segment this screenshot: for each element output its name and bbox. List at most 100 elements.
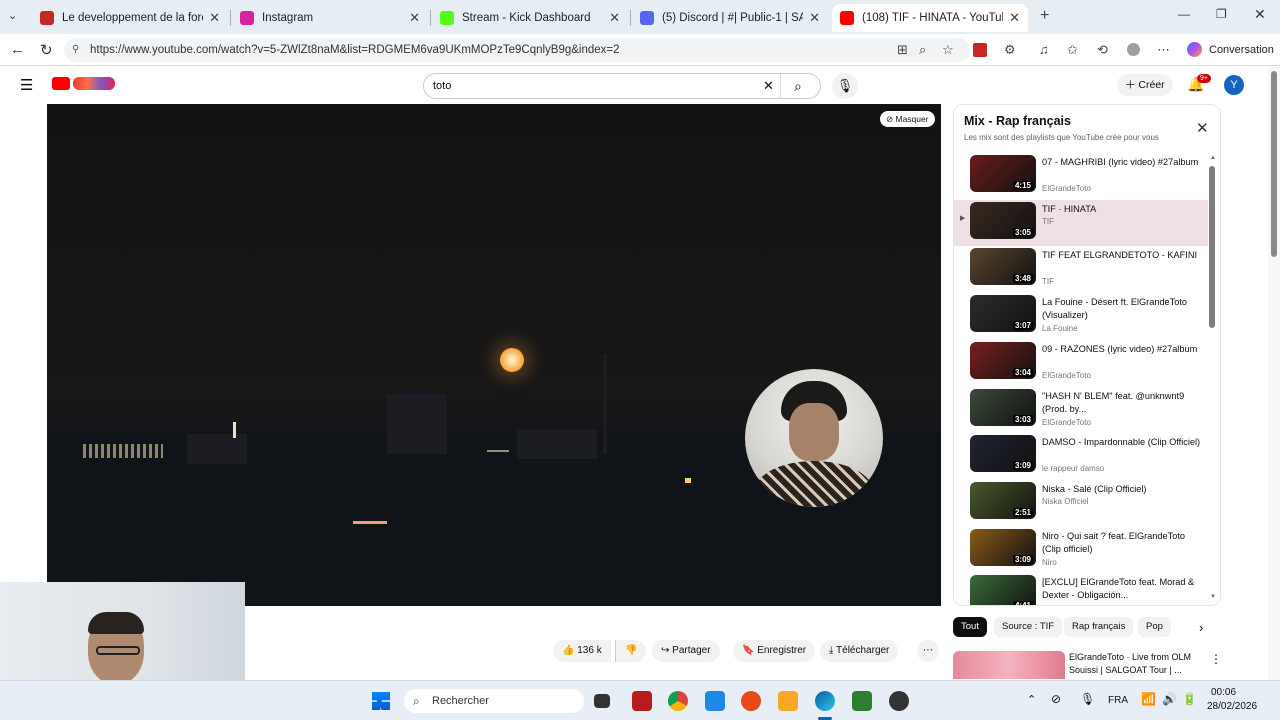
- like-button[interactable]: 👍 136 k: [553, 640, 611, 662]
- clock-time[interactable]: 00:06: [1211, 687, 1236, 698]
- favorite-star-icon[interactable]: ☆: [942, 42, 954, 58]
- profile-icon[interactable]: [1127, 43, 1140, 56]
- playlist-item-channel[interactable]: La Fouine: [1042, 324, 1078, 333]
- playlist-item-channel[interactable]: ElGrandeToto: [1042, 184, 1091, 193]
- playlist-item[interactable]: 3:04 09 - RAZONES (lyric video) #27album E…: [954, 340, 1208, 386]
- app-icon[interactable]: [889, 691, 909, 711]
- reload-button[interactable]: ↻: [40, 41, 53, 59]
- tab-5[interactable]: (108) TIF - HINATA - YouTube ✕: [832, 4, 1028, 32]
- dislike-button[interactable]: 👎: [615, 640, 647, 662]
- playlist-scroll-up-icon[interactable]: ▲: [1210, 155, 1216, 161]
- more-menu-icon[interactable]: ⋯: [1157, 42, 1170, 58]
- tab-2[interactable]: Instagram ✕: [232, 4, 428, 32]
- create-button[interactable]: ＋ Créer: [1117, 74, 1173, 96]
- playlist-thumbnail[interactable]: 3:04: [970, 341, 1036, 379]
- back-button[interactable]: ←: [10, 41, 25, 58]
- playlist-thumbnail[interactable]: 4:41: [970, 575, 1036, 605]
- page-scrollbar[interactable]: [1268, 67, 1280, 680]
- more-actions-button[interactable]: ⋯: [917, 640, 939, 662]
- tab-list-chevron-icon[interactable]: ⌄: [8, 9, 17, 22]
- playlist-thumbnail[interactable]: 3:03: [970, 388, 1036, 426]
- playlist-scroll-down-icon[interactable]: ▼: [1210, 594, 1216, 600]
- playlist-item[interactable]: ▶ 3:05 TIF · HINATA TIF: [954, 199, 1208, 246]
- conversation-button[interactable]: Conversation: [1209, 44, 1274, 56]
- chrome-icon[interactable]: [668, 691, 688, 711]
- playlist-thumbnail[interactable]: 3:09: [970, 435, 1036, 473]
- task-view-icon[interactable]: [594, 694, 610, 708]
- close-tab-icon[interactable]: ✕: [409, 10, 420, 26]
- playlist-item-channel[interactable]: TIF: [1042, 277, 1054, 286]
- app-icon[interactable]: [705, 691, 725, 711]
- playlist-thumbnail[interactable]: 4:15: [970, 155, 1036, 192]
- tab-1[interactable]: Le developpement de la force.pdf ✕: [32, 4, 228, 32]
- playlist-scrollbar[interactable]: [1209, 166, 1215, 328]
- battery-icon[interactable]: 🔋: [1182, 692, 1197, 706]
- close-tab-icon[interactable]: ✕: [809, 10, 820, 26]
- playlist-item-channel[interactable]: ElGrandeToto: [1042, 418, 1091, 427]
- search-icon[interactable]: ⌕: [794, 74, 802, 98]
- close-window-button[interactable]: ✕: [1254, 6, 1266, 23]
- account-avatar[interactable]: Y: [1224, 75, 1244, 95]
- filter-chip[interactable]: Tout: [953, 617, 987, 637]
- playlist-item-channel[interactable]: ElGrandeToto: [1042, 371, 1091, 380]
- playlist-item-channel[interactable]: le rappeur damso: [1042, 464, 1104, 473]
- playlist-item[interactable]: 3:03 "HASH N' BLEM" feat. @unknwnt9 (Prod…: [954, 387, 1208, 433]
- chips-next-icon[interactable]: ›: [1199, 620, 1203, 635]
- filter-chip[interactable]: Pop: [1138, 617, 1171, 637]
- playlist-item-title[interactable]: Niro - Qui sait ? feat. ElGrandeToto (Cl…: [1042, 530, 1202, 556]
- close-tab-icon[interactable]: ✕: [609, 10, 620, 26]
- tab-3[interactable]: Stream - Kick Dashboard ✕: [432, 4, 628, 32]
- taskbar-search[interactable]: ⌕ Rechercher: [404, 689, 584, 713]
- playlist-item[interactable]: 2:51 Niska - Salé (Clip Officiel) Niska Of…: [954, 480, 1208, 526]
- playlist-thumbnail[interactable]: 3:09: [970, 528, 1036, 566]
- language-indicator[interactable]: FRA: [1108, 695, 1128, 706]
- playlist-thumbnail[interactable]: 3:48: [970, 248, 1036, 286]
- playlist-item-title[interactable]: La Fouine - Désert ft. ElGrandeToto (Vis…: [1042, 296, 1202, 322]
- playlist-item-title[interactable]: 09 - RAZONES (lyric video) #27album: [1042, 343, 1202, 356]
- playlist-item-title[interactable]: DAMSO - Impardonnable (Clip Officiel): [1042, 436, 1202, 449]
- save-button[interactable]: 🔖 Enregistrer: [733, 640, 816, 662]
- recommended-thumbnail[interactable]: [953, 651, 1065, 679]
- youtube-logo[interactable]: [52, 77, 70, 90]
- extension-red-icon[interactable]: [973, 43, 987, 57]
- site-info-icon[interactable]: ⚲: [72, 38, 79, 62]
- tray-icon[interactable]: ⊘: [1051, 692, 1061, 706]
- playlist-item[interactable]: 3:09 DAMSO - Impardonnable (Clip Officiel…: [954, 433, 1208, 479]
- url-field[interactable]: ⚲ https://www.youtube.com/watch?v=5-ZWlZ…: [64, 38, 970, 62]
- playlist-item-channel[interactable]: TIF: [1042, 217, 1054, 226]
- playlist-item-channel[interactable]: Niska Officiel: [1042, 497, 1089, 506]
- playlist-item-channel[interactable]: SkyrockFM: [1042, 604, 1082, 605]
- download-button[interactable]: ⤓ Télécharger: [820, 640, 899, 662]
- apps-grid-icon[interactable]: ⊞: [897, 42, 908, 58]
- playlist-item-title[interactable]: [EXCLU] ElGrandeToto feat. Morad & Dexte…: [1042, 576, 1202, 602]
- hide-button[interactable]: ⊘ Masquer: [880, 111, 935, 127]
- close-tab-icon[interactable]: ✕: [209, 10, 220, 26]
- file-explorer-icon[interactable]: [778, 691, 798, 711]
- playlist-thumbnail[interactable]: 3:07: [970, 295, 1036, 333]
- playlist-item-title[interactable]: Niska - Salé (Clip Officiel): [1042, 483, 1202, 496]
- share-button[interactable]: ↪ Partager: [652, 640, 720, 662]
- tray-chevron-icon[interactable]: ⌃: [1027, 693, 1036, 706]
- filter-chip[interactable]: Source : TIF: [994, 617, 1063, 637]
- wifi-icon[interactable]: 📶: [1141, 692, 1156, 706]
- filter-chip[interactable]: Rap français: [1064, 617, 1134, 637]
- video-player[interactable]: ⊘ Masquer: [47, 104, 941, 606]
- voice-search-mic-icon[interactable]: 🎙: [832, 73, 858, 99]
- tab-4[interactable]: (5) Discord | #| Public-1 | SARIA ✕: [632, 4, 828, 32]
- history-icon[interactable]: ⟲: [1097, 42, 1108, 58]
- extensions-icon[interactable]: ⚙: [1004, 42, 1016, 58]
- copilot-icon[interactable]: [1187, 42, 1202, 57]
- clock-date[interactable]: 28/02/2026: [1207, 701, 1257, 712]
- mic-icon[interactable]: 🎙: [1080, 692, 1095, 706]
- playlist-item-title[interactable]: TIF · HINATA: [1042, 203, 1202, 216]
- recommended-title[interactable]: ElGrandeToto · Live from OLM Souissi | S…: [1069, 651, 1204, 677]
- playlist-thumbnail[interactable]: 2:51: [970, 481, 1036, 519]
- app-icon[interactable]: [852, 691, 872, 711]
- app-icon[interactable]: [632, 691, 652, 711]
- playlist-item-title[interactable]: 07 - MAGHRIBI (lyric video) #27album: [1042, 156, 1202, 169]
- playlist-item[interactable]: 4:41 [EXCLU] ElGrandeToto feat. Morad & D…: [954, 573, 1208, 605]
- playlist-item[interactable]: 4:15 07 - MAGHRIBI (lyric video) #27album…: [954, 153, 1208, 199]
- recommended-more-icon[interactable]: ⋮: [1210, 652, 1222, 666]
- close-tab-icon[interactable]: ✕: [1009, 10, 1020, 26]
- search-input[interactable]: toto ✕ ⌕: [423, 73, 821, 99]
